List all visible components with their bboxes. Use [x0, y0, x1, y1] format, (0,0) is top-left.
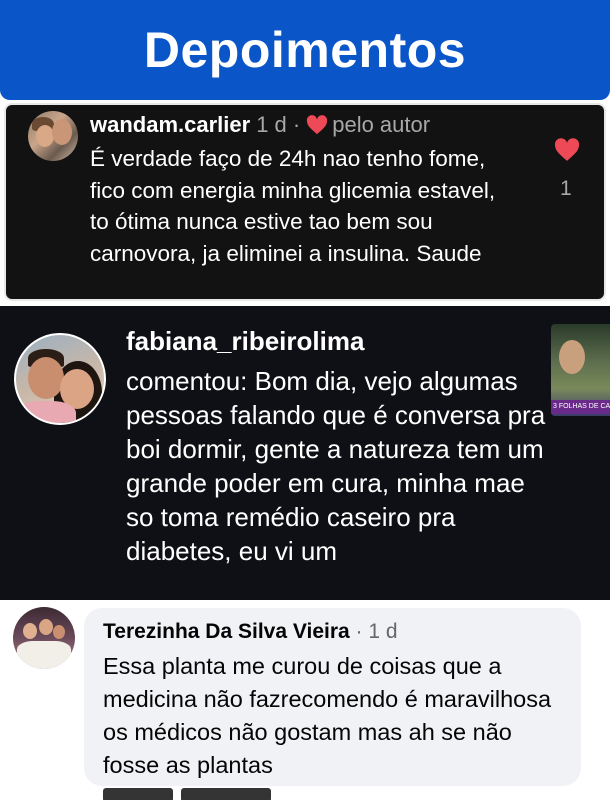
heart-icon [306, 115, 328, 135]
comment-header: wandam.carlier 1 d · pelo autor [90, 112, 430, 138]
commenter-name[interactable]: Terezinha Da Silva Vieira [103, 620, 350, 643]
like-count: 1 [560, 177, 572, 200]
timestamp: · 1 d [349, 620, 398, 643]
avatar[interactable] [13, 607, 75, 669]
comment-text: comentou: Bom dia, vejo algumas pessoas … [126, 366, 546, 566]
next-comment-peek [103, 788, 303, 800]
comment-text: É verdade faço de 24h nao tenho fome, fi… [90, 146, 496, 266]
avatar[interactable] [14, 333, 106, 425]
username[interactable]: wandam.carlier [90, 112, 250, 138]
avatar[interactable] [28, 111, 78, 161]
comment-card-1: wandam.carlier 1 d · pelo autor É verdad… [4, 103, 606, 301]
timestamp: 1 d · [256, 112, 301, 137]
header-banner: Depoimentos [0, 0, 610, 100]
heart-icon[interactable] [554, 138, 580, 167]
post-thumbnail[interactable]: 3 FOLHAS DE CARVOLA [551, 324, 610, 416]
page-title: Depoimentos [143, 22, 467, 78]
liked-by-author-label: pelo autor [332, 112, 431, 137]
comment-text: Essa planta me curou de coisas que a med… [103, 653, 552, 778]
thumbnail-caption: 3 FOLHAS DE CARVOLA [551, 400, 610, 414]
username[interactable]: fabiana_ribeirolima [126, 326, 364, 357]
comment-header: Terezinha Da Silva Vieira · 1 d [103, 620, 398, 644]
